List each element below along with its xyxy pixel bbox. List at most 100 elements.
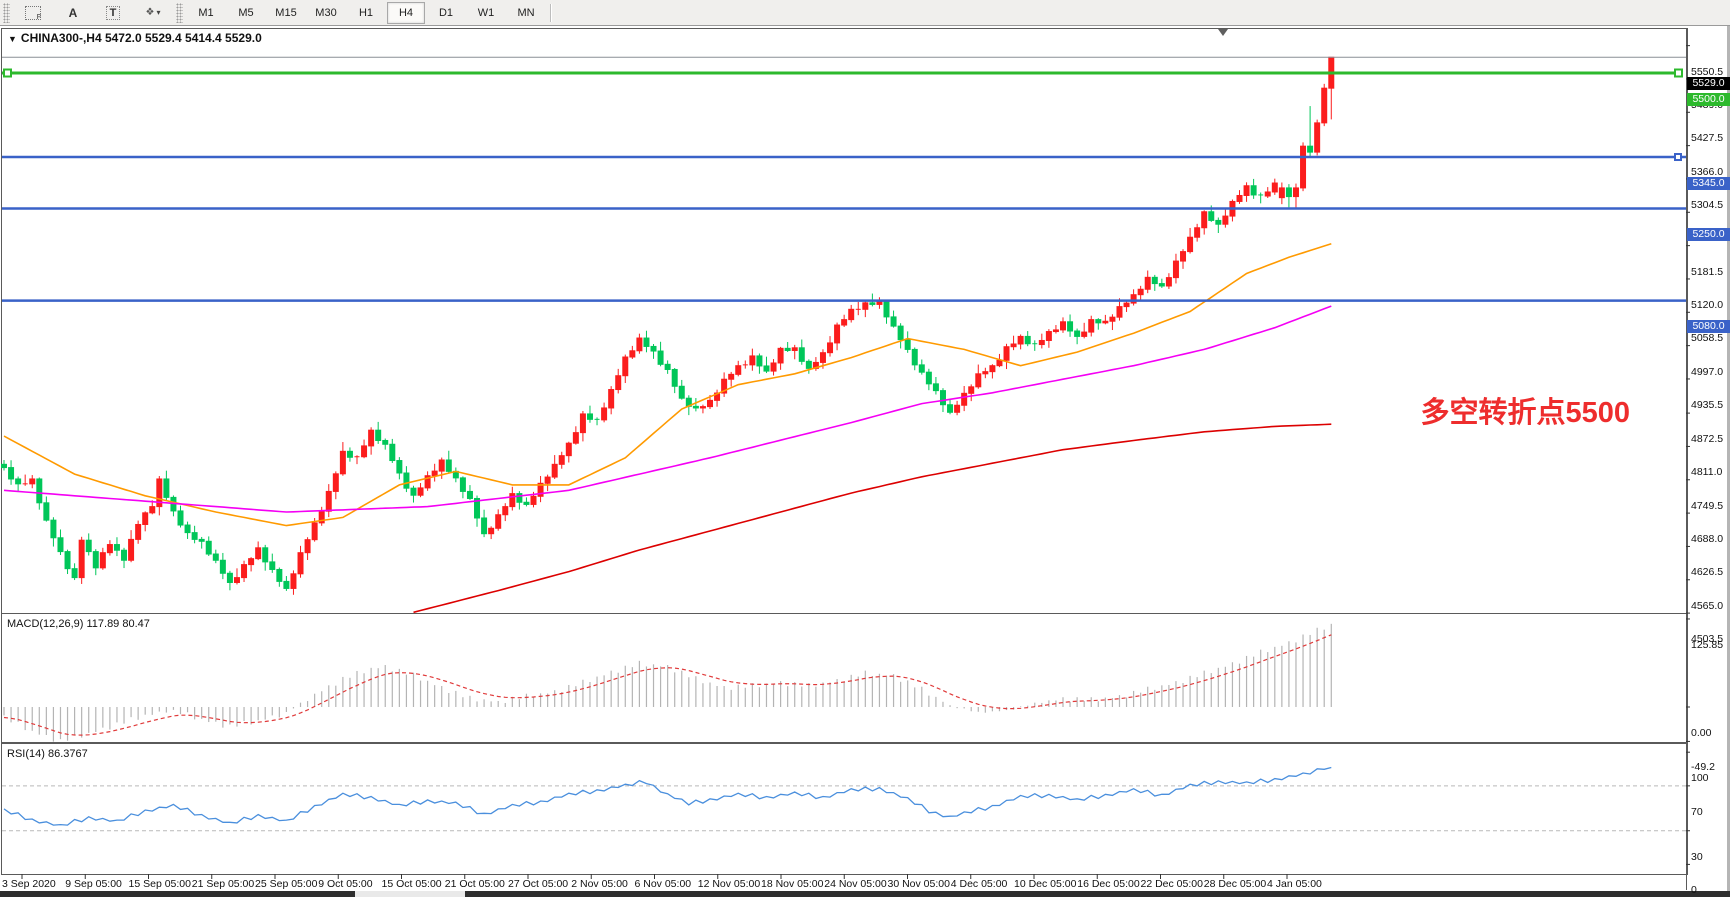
grid-tool-button[interactable]: F bbox=[14, 2, 52, 24]
chart-shift-marker[interactable] bbox=[1218, 29, 1228, 36]
scrollbar-thumb[interactable] bbox=[355, 891, 465, 897]
bull-candle bbox=[1089, 320, 1094, 332]
blue-level-badge: 5345.0 bbox=[1687, 177, 1730, 190]
blue-level-badge: 5080.0 bbox=[1687, 320, 1730, 333]
bear-candle bbox=[213, 554, 218, 560]
bull-candle bbox=[503, 507, 508, 515]
bull-candle bbox=[1322, 88, 1327, 123]
label-a-tool-button[interactable]: A bbox=[54, 2, 92, 24]
time-axis-label: 24 Nov 05:00 bbox=[824, 878, 886, 890]
timeframe-button-h4[interactable]: H4 bbox=[387, 2, 425, 24]
toolbar-grip[interactable] bbox=[3, 3, 10, 23]
bear-candle bbox=[404, 473, 409, 488]
bear-candle bbox=[1025, 336, 1030, 343]
bull-candle bbox=[962, 393, 967, 405]
bear-candle bbox=[757, 356, 762, 366]
bull-candle bbox=[1181, 252, 1186, 261]
timeframe-button-m30[interactable]: M30 bbox=[307, 2, 345, 24]
bear-candle bbox=[665, 364, 670, 369]
text-tool-button[interactable]: T bbox=[94, 2, 132, 24]
rsi-axis-label: 70 bbox=[1691, 806, 1703, 818]
bear-candle bbox=[185, 525, 190, 533]
bull-candle bbox=[129, 539, 134, 560]
bull-candle bbox=[107, 545, 112, 553]
bull-candle bbox=[835, 325, 840, 343]
bear-candle bbox=[277, 569, 282, 581]
shapes-tool-button[interactable]: ❖ ▾ bbox=[134, 2, 172, 24]
bull-candle bbox=[609, 390, 614, 408]
macd-indicator-label: MACD(12,26,9) 117.89 80.47 bbox=[7, 618, 150, 630]
bottom-scroll-strip[interactable] bbox=[0, 891, 1730, 897]
bear-candle bbox=[411, 488, 416, 495]
bear-candle bbox=[587, 414, 592, 419]
bull-candle bbox=[496, 515, 501, 529]
chart-canvas[interactable] bbox=[0, 26, 1730, 897]
timeframe-button-w1[interactable]: W1 bbox=[467, 2, 505, 24]
bull-candle bbox=[1173, 261, 1178, 278]
bull-candle bbox=[1046, 332, 1051, 341]
time-axis-label: 27 Oct 05:00 bbox=[508, 878, 568, 890]
timeframe-toolbar-grip[interactable] bbox=[176, 3, 183, 23]
bull-candle bbox=[545, 477, 550, 483]
bull-candle bbox=[30, 479, 35, 484]
label-a-icon: A bbox=[69, 6, 78, 20]
blue-line-handle[interactable] bbox=[1675, 154, 1681, 160]
bull-candle bbox=[150, 507, 155, 513]
timeframe-button-m1[interactable]: M1 bbox=[187, 2, 225, 24]
bear-candle bbox=[58, 538, 63, 552]
bull-candle bbox=[369, 430, 374, 446]
ma-fast-line bbox=[4, 244, 1331, 526]
bear-candle bbox=[93, 552, 98, 568]
green-line-handle-right[interactable] bbox=[1675, 70, 1682, 77]
time-axis-label: 15 Sep 05:00 bbox=[129, 878, 191, 890]
bear-candle bbox=[164, 479, 169, 497]
bear-candle bbox=[658, 351, 663, 364]
bear-candle bbox=[1075, 331, 1080, 336]
timeframe-button-d1[interactable]: D1 bbox=[427, 2, 465, 24]
rsi-line bbox=[4, 768, 1331, 826]
grid-tool-icon: F bbox=[25, 6, 41, 20]
price-axis-label: 4872.5 bbox=[1691, 433, 1730, 445]
price-axis-label: 4749.5 bbox=[1691, 500, 1730, 512]
bear-candle bbox=[651, 346, 656, 351]
bull-candle bbox=[863, 303, 868, 310]
bear-candle bbox=[199, 539, 204, 541]
timeframe-button-h1[interactable]: H1 bbox=[347, 2, 385, 24]
time-axis-label: 30 Nov 05:00 bbox=[888, 878, 950, 890]
price-axis-label: 4565.0 bbox=[1691, 600, 1730, 612]
bear-candle bbox=[263, 548, 268, 562]
bear-candle bbox=[517, 494, 522, 503]
bear-candle bbox=[270, 562, 275, 570]
bull-candle bbox=[1301, 146, 1306, 188]
bull-candle bbox=[1053, 330, 1058, 332]
bull-candle bbox=[1004, 347, 1009, 361]
bear-candle bbox=[1216, 220, 1221, 224]
bull-candle bbox=[1279, 188, 1284, 198]
bear-candle bbox=[65, 552, 70, 569]
chart-annotation-text[interactable]: 多空转折点5500 bbox=[1250, 389, 1630, 431]
bear-candle bbox=[220, 560, 225, 573]
bull-candle bbox=[489, 528, 494, 533]
bull-candle bbox=[305, 540, 310, 553]
bull-candle bbox=[143, 513, 148, 525]
timeframe-button-m15[interactable]: M15 bbox=[267, 2, 305, 24]
bull-candle bbox=[242, 565, 247, 578]
timeframe-button-mn[interactable]: MN bbox=[507, 2, 545, 24]
timeframe-button-m5[interactable]: M5 bbox=[227, 2, 265, 24]
time-axis-label: 4 Dec 05:00 bbox=[951, 878, 1008, 890]
bear-candle bbox=[870, 303, 875, 305]
price-axis-label: 5427.5 bbox=[1691, 132, 1730, 144]
green-line-handle-left[interactable] bbox=[4, 70, 11, 77]
bull-candle bbox=[1018, 336, 1023, 344]
bear-candle bbox=[933, 384, 938, 391]
bear-candle bbox=[1096, 320, 1101, 323]
bull-candle bbox=[729, 374, 734, 379]
bear-candle bbox=[72, 569, 77, 578]
price-axis-label: 5304.5 bbox=[1691, 199, 1730, 211]
bear-candle bbox=[206, 541, 211, 554]
bull-candle bbox=[1223, 216, 1228, 224]
bull-candle bbox=[136, 524, 141, 539]
collapse-arrow-icon[interactable]: ▼ bbox=[8, 34, 17, 44]
bull-candle bbox=[842, 320, 847, 325]
bear-candle bbox=[919, 365, 924, 372]
